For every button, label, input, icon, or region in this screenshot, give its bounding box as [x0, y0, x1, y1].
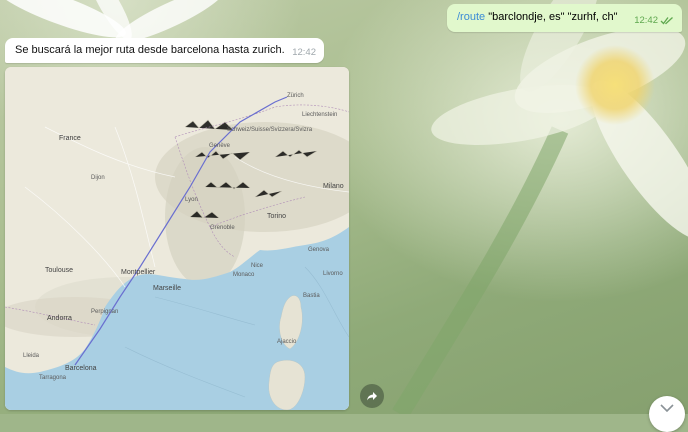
command-args: "barclondje, es" "zurhf, ch" — [485, 11, 618, 23]
map-label-genova: Genova — [308, 247, 330, 253]
chevron-down-icon — [660, 404, 674, 412]
map-label-perpignan: Perpignan — [91, 309, 119, 315]
map-label-liechtenstein: Liechtenstein — [302, 112, 338, 118]
outgoing-message[interactable]: /route "barclondje, es" "zurhf, ch" 12:4… — [447, 4, 682, 32]
map-label-barcelona: Barcelona — [65, 365, 97, 372]
share-button[interactable] — [360, 384, 384, 408]
map-label-milano: Milano — [323, 183, 344, 190]
route-map-image[interactable]: France Liechtenstein Schweiz/Suisse/Sviz… — [5, 67, 349, 410]
map-label-ajaccio: Ajaccio — [277, 339, 297, 345]
map-canvas — [5, 67, 349, 410]
map-label-zurich: Zürich — [287, 93, 304, 99]
map-label-bastia: Bastia — [303, 293, 320, 299]
map-label-livorno: Livorno — [323, 271, 343, 277]
map-label-torino: Torino — [267, 213, 287, 220]
map-label-grenoble: Grenoble — [210, 225, 235, 231]
map-label-toulouse: Toulouse — [45, 267, 74, 274]
map-label-geneve: Genève — [209, 143, 231, 149]
map-label-monaco: Monaco — [233, 272, 255, 278]
map-label-lleida: Lleida — [23, 353, 40, 359]
map-label-switzerland: Schweiz/Suisse/Svizzera/Svizra — [227, 127, 313, 133]
map-label-france: France — [59, 135, 81, 142]
message-time: 12:42 — [292, 47, 316, 58]
share-icon — [367, 392, 377, 401]
command-link[interactable]: /route — [457, 11, 485, 23]
map-label-nice: Nice — [251, 263, 264, 269]
scroll-down-button[interactable] — [649, 396, 685, 432]
map-label-tarragona: Tarragona — [39, 375, 67, 381]
map-label-marseille: Marseille — [153, 285, 182, 292]
map-label-dijon: Dijon — [91, 175, 105, 181]
incoming-message[interactable]: Se buscará la mejor ruta desde barcelona… — [5, 38, 324, 63]
message-time: 12:42 — [634, 15, 658, 26]
map-label-montpellier: Montpellier — [121, 269, 156, 276]
message-text: Se buscará la mejor ruta desde barcelona… — [15, 44, 285, 56]
double-check-icon — [660, 17, 673, 25]
map-label-lyon: Lyon — [185, 197, 198, 203]
map-label-andorra: Andorra — [47, 315, 72, 322]
